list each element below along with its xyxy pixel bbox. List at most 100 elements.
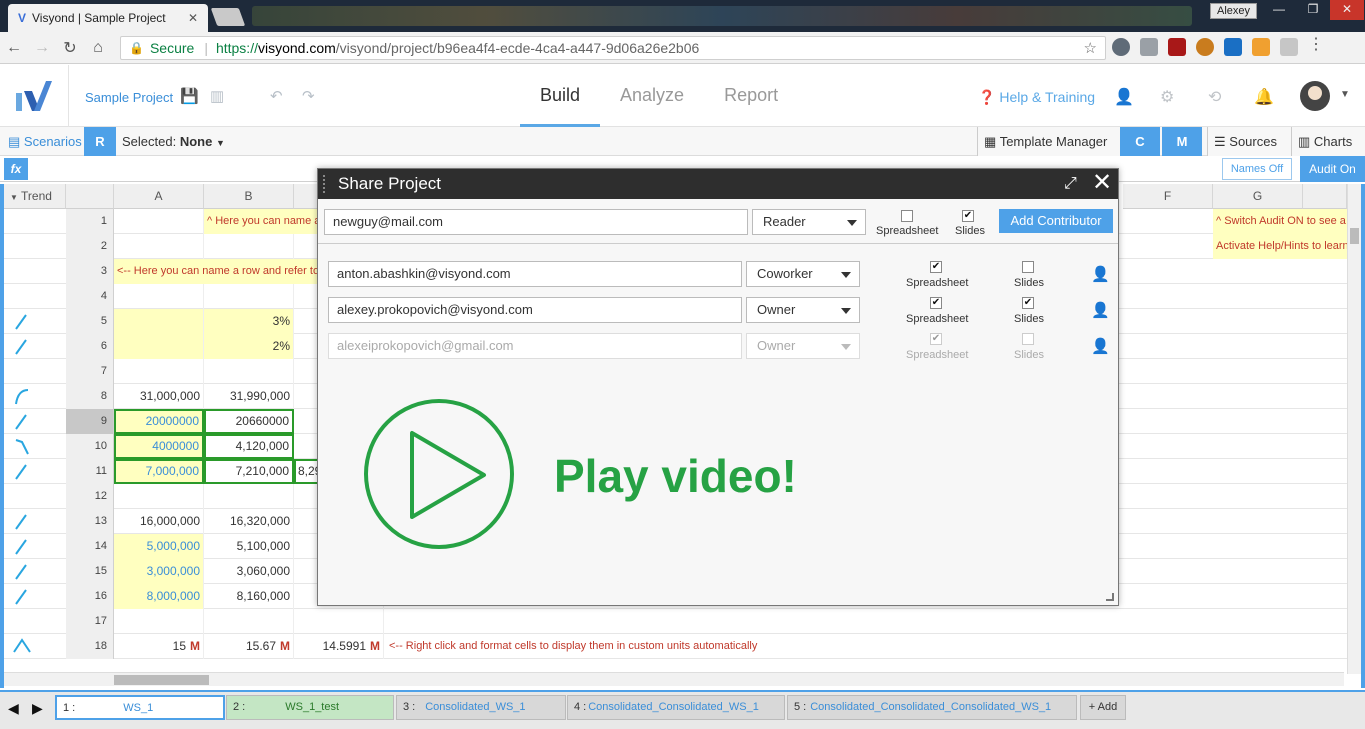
extension-icon[interactable] xyxy=(1112,38,1130,56)
browser-tab[interactable]: V Visyond | Sample Project ✕ xyxy=(8,4,208,32)
trend-cell[interactable] xyxy=(4,309,64,334)
dialog-header[interactable]: Share Project ⤢ ✕ xyxy=(318,169,1118,199)
bell-icon[interactable]: 🔔 xyxy=(1254,87,1274,107)
new-slides-checkbox[interactable]: ✔ xyxy=(962,210,974,222)
trend-cell[interactable] xyxy=(4,284,64,309)
spreadsheet-checkbox[interactable]: ✔ xyxy=(930,297,942,309)
grid-cell[interactable] xyxy=(114,609,204,634)
slides-checkbox[interactable]: ✔ xyxy=(1022,297,1034,309)
nav-build[interactable]: Build xyxy=(520,65,601,127)
row-number[interactable]: 15 xyxy=(66,559,114,584)
gear-icon[interactable]: ⚙ xyxy=(1160,87,1174,107)
column-header[interactable]: A xyxy=(114,184,204,209)
m-button[interactable]: M xyxy=(1162,127,1202,156)
grid-cell[interactable] xyxy=(114,209,204,234)
extension-icon[interactable] xyxy=(1280,38,1298,56)
row-number[interactable]: 9 xyxy=(66,409,114,434)
add-contributor-button[interactable]: Add Contributor xyxy=(999,209,1113,233)
grid-cell[interactable]: 7,000,000 xyxy=(114,459,204,484)
grid-cell[interactable] xyxy=(114,484,204,509)
grid-cell[interactable]: 5,000,000 xyxy=(114,534,204,559)
new-contributor-email-input[interactable]: newguy@mail.com xyxy=(324,209,748,235)
window-user-badge[interactable]: Alexey xyxy=(1210,3,1258,19)
grid-cell[interactable] xyxy=(294,609,384,634)
extension-icon[interactable] xyxy=(1140,38,1158,56)
grid-cell[interactable]: 3% xyxy=(204,309,294,334)
row-number[interactable]: 1 xyxy=(66,209,114,234)
expand-icon[interactable]: ⤢ xyxy=(1064,169,1077,199)
hint-note[interactable]: ^ Here you can name a xyxy=(204,209,320,234)
grid-cell[interactable]: 14.5991 M xyxy=(294,634,384,659)
row-number[interactable]: 11 xyxy=(66,459,114,484)
grid-cell[interactable]: 3,060,000 xyxy=(204,559,294,584)
grid-cell[interactable]: 5,100,000 xyxy=(204,534,294,559)
trend-cell[interactable] xyxy=(4,434,64,459)
undo-icon[interactable]: ↶ xyxy=(270,87,283,105)
grid-cell[interactable]: 20000000 xyxy=(114,409,204,434)
home-icon[interactable]: ⌂ xyxy=(84,39,112,57)
row-number[interactable]: 18 xyxy=(66,634,114,659)
grid-cell[interactable]: 8,160,000 xyxy=(204,584,294,609)
grid-cell[interactable] xyxy=(114,284,204,309)
grid-cell[interactable]: 15 M xyxy=(114,634,204,659)
grid-cell[interactable]: 4000000 xyxy=(114,434,204,459)
c-button[interactable]: C xyxy=(1120,127,1160,156)
trend-cell[interactable] xyxy=(4,209,64,234)
scenarios-button[interactable]: ▤ Scenarios xyxy=(8,127,82,156)
trend-cell[interactable] xyxy=(4,609,64,634)
r-button[interactable]: R xyxy=(84,127,116,156)
row-number[interactable]: 3 xyxy=(66,259,114,284)
row-number[interactable]: 2 xyxy=(66,234,114,259)
contributor-email[interactable]: anton.abashkin@visyond.com xyxy=(328,261,742,287)
names-off-toggle[interactable]: Names Off xyxy=(1222,158,1292,180)
grid-cell[interactable]: 31,990,000 xyxy=(204,384,294,409)
avatar[interactable] xyxy=(1300,81,1330,111)
book-icon[interactable]: ▥ xyxy=(210,87,224,105)
charts-button[interactable]: ▥ Charts xyxy=(1291,127,1365,156)
vertical-scrollbar[interactable] xyxy=(1347,184,1361,674)
grid-cell[interactable]: 16,320,000 xyxy=(204,509,294,534)
sheet-tab[interactable]: 3 : Consolidated_WS_1 xyxy=(396,695,566,720)
trend-cell[interactable] xyxy=(4,359,64,384)
history-icon[interactable]: ⟲ xyxy=(1208,87,1221,107)
play-video-label[interactable]: Play video! xyxy=(554,449,797,503)
sheet-tab[interactable]: 4 : Consolidated_Consolidated_WS_1 xyxy=(567,695,785,720)
grid-cell[interactable]: 31,000,000 xyxy=(114,384,204,409)
contributor-role-select[interactable]: Owner xyxy=(746,297,860,323)
remove-user-icon[interactable]: 👤 xyxy=(1091,301,1110,319)
scroll-thumb[interactable] xyxy=(114,675,209,685)
project-name[interactable]: Sample Project xyxy=(85,90,173,105)
hint-note[interactable]: Activate Help/Hints to learn xyxy=(1213,234,1348,259)
row-number[interactable]: 12 xyxy=(66,484,114,509)
nav-report[interactable]: Report xyxy=(704,65,798,127)
reload-icon[interactable]: ↻ xyxy=(56,38,84,58)
save-icon[interactable]: 💾 xyxy=(180,87,199,105)
grid-cell[interactable] xyxy=(204,284,294,309)
row-number[interactable]: 13 xyxy=(66,509,114,534)
grid-cell[interactable] xyxy=(114,359,204,384)
grid-cell[interactable]: 2% xyxy=(204,334,294,359)
arrow-left-icon[interactable]: ◀ xyxy=(8,700,19,717)
template-manager-button[interactable]: ▦ Template Manager xyxy=(977,127,1120,156)
trend-cell[interactable] xyxy=(4,634,64,659)
grid-cell[interactable] xyxy=(204,234,294,259)
window-close-icon[interactable]: ✕ xyxy=(1330,0,1364,20)
new-contributor-role-select[interactable]: Reader xyxy=(752,209,866,235)
grid-cell[interactable]: 20660000 xyxy=(204,409,294,434)
back-icon[interactable]: ← xyxy=(0,39,28,57)
hint-note[interactable]: <-- Here you can name a row and refer to xyxy=(114,259,320,284)
column-header[interactable]: B xyxy=(204,184,294,209)
trend-cell[interactable] xyxy=(4,534,64,559)
trend-cell[interactable] xyxy=(4,584,64,609)
trend-cell[interactable] xyxy=(4,334,64,359)
hint-note[interactable]: <-- Right click and format cells to disp… xyxy=(386,634,986,659)
row-number[interactable]: 5 xyxy=(66,309,114,334)
contributor-role-select[interactable]: Coworker xyxy=(746,261,860,287)
grid-cell[interactable] xyxy=(114,334,204,359)
trend-cell[interactable] xyxy=(4,459,64,484)
grid-cell[interactable]: 4,120,000 xyxy=(204,434,294,459)
help-training-link[interactable]: ❓ Help & Training xyxy=(978,89,1095,106)
add-sheet-button[interactable]: + Add xyxy=(1080,695,1126,720)
column-header[interactable]: G xyxy=(1213,184,1303,209)
scroll-thumb[interactable] xyxy=(1350,228,1359,244)
